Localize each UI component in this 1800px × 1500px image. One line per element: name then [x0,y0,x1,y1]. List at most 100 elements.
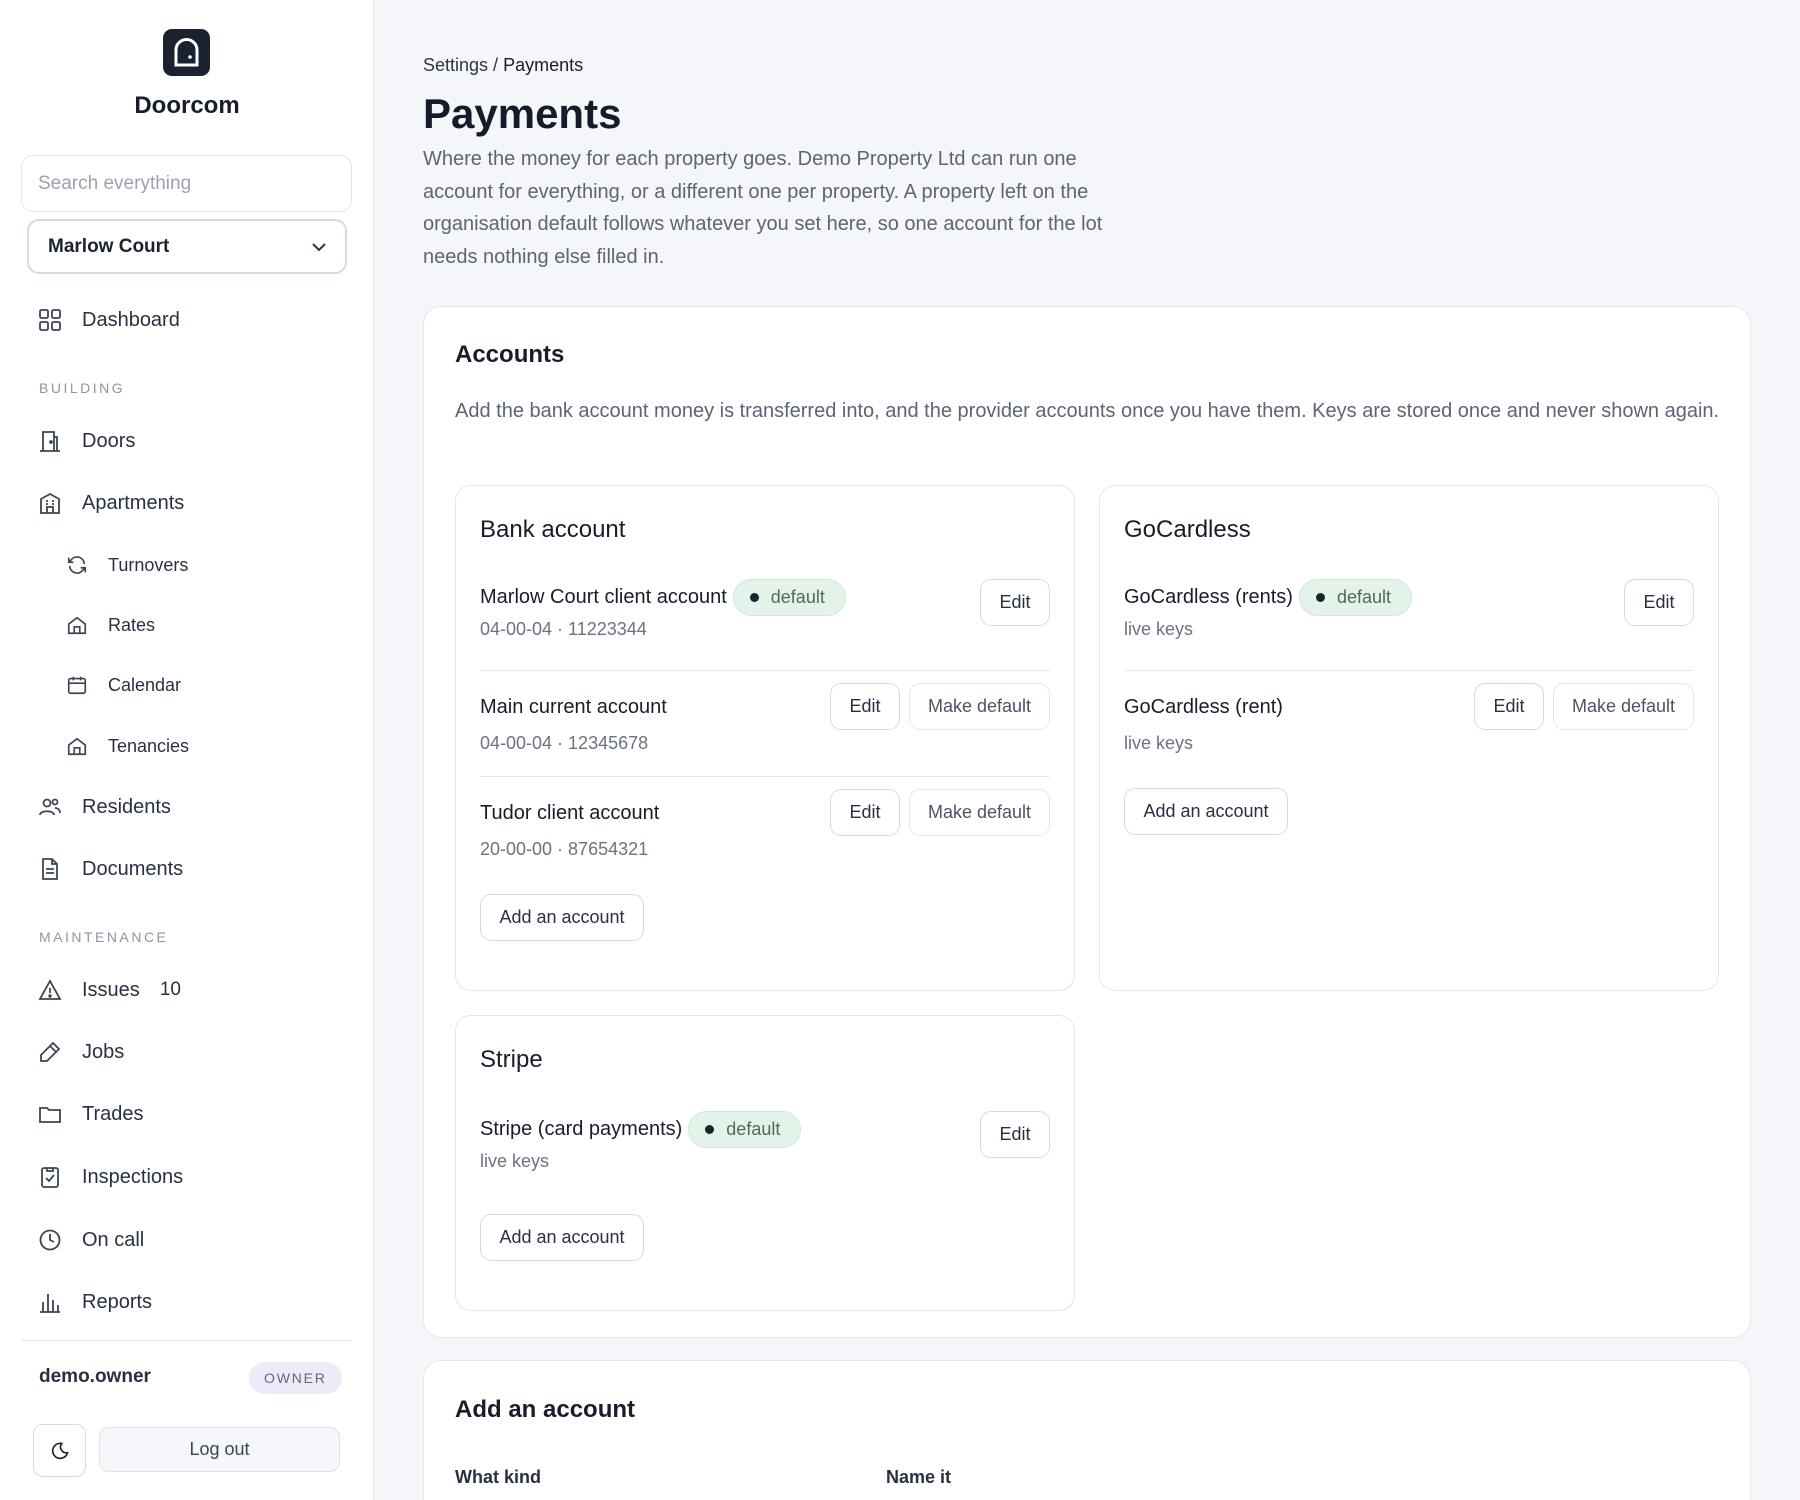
account-name: Tudor client account [480,802,660,824]
default-badge: default [732,579,846,616]
edit-button[interactable]: Edit [980,1111,1050,1158]
edit-button[interactable]: Edit [830,789,900,836]
nav-dashboard[interactable]: Dashboard [38,302,180,338]
calendar-icon [66,674,88,696]
accounts-title: Accounts [455,341,565,368]
nav-trades[interactable]: Trades [38,1096,144,1132]
page-title: Payments [423,90,622,137]
folder-icon [38,1102,62,1126]
door-logo-icon [163,29,210,76]
what-kind-label: What kind [455,1467,541,1487]
bank-account-title: Bank account [480,516,626,543]
accounts-card: Accounts Add the bank account money is t… [423,306,1751,1338]
account-row: Main current account 04-00-04 · 12345678… [480,683,1050,766]
edit-button[interactable]: Edit [1474,683,1544,730]
nav-doors[interactable]: Doors [38,423,135,459]
stripe-card: Stripe Stripe (card payments) default li… [455,1015,1075,1311]
account-name: GoCardless (rents) default [1124,579,1412,616]
make-default-button[interactable]: Make default [1553,683,1694,730]
edit-button[interactable]: Edit [980,579,1050,626]
logout-button[interactable]: Log out [99,1427,340,1472]
nav-documents-label: Documents [82,857,184,880]
users-icon [38,795,62,819]
add-stripe-account-button[interactable]: Add an account [480,1214,644,1261]
document-icon [38,857,62,881]
account-details: 20-00-00 · 87654321 [480,839,649,859]
breadcrumb: Settings / Payments [423,55,583,76]
breadcrumb-settings-link[interactable]: Settings [423,55,488,75]
row-divider [1124,670,1694,671]
role-badge: OWNER [249,1362,342,1394]
section-label-maintenance: MAINTENANCE [39,929,169,945]
nav-residents[interactable]: Residents [38,789,171,825]
nav-on-call-label: On call [82,1228,145,1251]
door-icon [38,429,62,453]
default-badge: default [688,1111,802,1148]
account-details: live keys [480,1151,550,1171]
breadcrumb-current: Payments [503,55,584,75]
account-row: GoCardless (rents) default live keys Edi… [1124,579,1694,652]
chevron-down-icon [312,242,326,251]
clock-icon [38,1228,62,1252]
nav-apartments[interactable]: Apartments [38,485,184,521]
account-name-text: GoCardless (rents) [1124,586,1293,608]
property-select-value: Marlow Court [48,235,170,257]
add-bank-account-button[interactable]: Add an account [480,894,644,941]
breadcrumb-separator: / [488,55,504,75]
gocardless-title: GoCardless [1124,516,1251,543]
nav-issues-label: Issues [82,978,140,1001]
nav-on-call[interactable]: On call [38,1222,144,1258]
home-icon [66,735,88,757]
nav-jobs-label: Jobs [82,1040,125,1063]
edit-button[interactable]: Edit [1624,579,1694,626]
section-label-building: BUILDING [39,380,126,396]
sidebar-divider [21,1340,352,1341]
page-description: Where the money for each property goes. … [423,148,1103,268]
bar-chart-icon [38,1290,62,1314]
account-row: GoCardless (rent) live keys Edit Make de… [1124,683,1694,766]
edit-button[interactable]: Edit [830,683,900,730]
nav-rates[interactable]: Rates [66,607,155,643]
wrench-icon [38,1040,62,1064]
account-details: live keys [1124,619,1194,639]
make-default-button[interactable]: Make default [909,683,1050,730]
nav-turnovers[interactable]: Turnovers [66,547,188,583]
user-name: demo.owner [39,1366,151,1387]
nav-tenancies-label: Tenancies [108,735,190,756]
add-account-card: Add an account What kind Name it [423,1360,1751,1500]
nav-dashboard-label: Dashboard [82,308,180,331]
account-name-text: Marlow Court client account [480,586,727,608]
add-account-title: Add an account [455,1396,636,1423]
nav-tenancies[interactable]: Tenancies [66,728,189,764]
nav-inspections[interactable]: Inspections [38,1159,183,1195]
make-default-button[interactable]: Make default [909,789,1050,836]
default-badge: default [1298,579,1412,616]
nav-documents[interactable]: Documents [38,851,183,887]
building-icon [38,491,62,515]
property-select[interactable]: Marlow Court [27,219,347,274]
gocardless-card: GoCardless GoCardless (rents) default li… [1099,485,1719,991]
badge-dot [749,593,759,602]
account-row: Marlow Court client account default 04-0… [480,579,1050,652]
nav-inspections-label: Inspections [82,1165,184,1188]
nav-issues[interactable]: Issues 10 [38,972,181,1008]
refresh-icon [66,554,88,576]
account-details: 04-00-04 · 11223344 [480,619,647,639]
account-row: Tudor client account 20-00-00 · 87654321… [480,789,1050,872]
nav-trades-label: Trades [82,1102,144,1125]
nav-calendar[interactable]: Calendar [66,667,181,703]
home-icon [66,614,88,636]
theme-toggle-button[interactable] [33,1424,86,1477]
nav-doors-label: Doors [82,429,136,452]
account-details: 04-00-04 · 12345678 [480,733,649,753]
nav-jobs[interactable]: Jobs [38,1034,124,1070]
account-name-text: Stripe (card payments) [480,1118,683,1140]
add-gocardless-account-button[interactable]: Add an account [1124,788,1288,835]
account-details: live keys [1124,733,1194,753]
nav-reports[interactable]: Reports [38,1284,152,1320]
account-row: Stripe (card payments) default live keys… [480,1111,1050,1184]
nav-apartments-label: Apartments [82,491,185,514]
badge-dot [1315,593,1325,602]
search-input[interactable] [21,155,352,212]
clipboard-check-icon [38,1165,62,1189]
